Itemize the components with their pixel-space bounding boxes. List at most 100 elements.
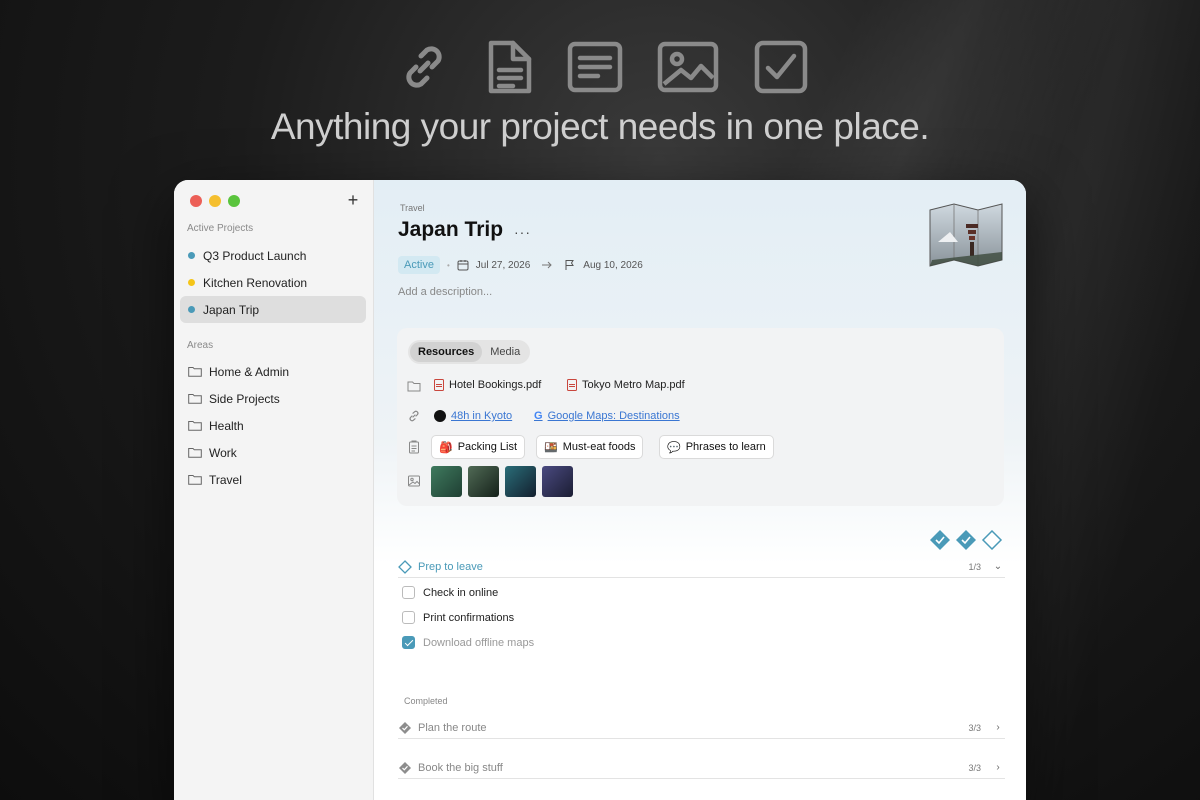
- file-tokyo-metro-map[interactable]: Tokyo Metro Map.pdf: [567, 379, 685, 391]
- sidebar-item-japan-trip[interactable]: Japan Trip: [180, 296, 366, 323]
- sidebar-item-label: Q3 Product Launch: [203, 248, 307, 263]
- link-label: Google Maps: Destinations: [547, 410, 680, 422]
- note-label: Packing List: [457, 441, 518, 453]
- task-checkbox[interactable]: [402, 611, 415, 624]
- milestone-complete-icon: [399, 721, 411, 734]
- sidebar-item-label: Home & Admin: [209, 364, 290, 379]
- milestone-diamond-icon: [398, 559, 412, 574]
- file-name: Hotel Bookings.pdf: [449, 379, 542, 391]
- note-icon: [566, 38, 624, 96]
- pdf-file-icon: [567, 379, 577, 391]
- backpack-icon: 🎒: [439, 441, 453, 454]
- more-options-icon[interactable]: ···: [514, 224, 531, 240]
- photo-thumbnail[interactable]: [542, 466, 573, 497]
- window-controls: [190, 195, 240, 207]
- chevron-down-icon[interactable]: ⌄: [991, 561, 1005, 572]
- folder-icon: [188, 394, 202, 404]
- end-date[interactable]: Aug 10, 2026: [583, 260, 643, 271]
- minimize-window-button[interactable]: [209, 195, 221, 207]
- task-label: Download offline maps: [423, 636, 535, 649]
- pdf-file-icon: [434, 379, 444, 391]
- sidebar-item-label: Side Projects: [209, 391, 280, 406]
- task-group-book-the-big-stuff[interactable]: Book the big stuff 3/3 ›: [398, 757, 1005, 779]
- link-48h-in-kyoto[interactable]: 48h in Kyoto: [434, 410, 512, 422]
- link-icon: [407, 409, 421, 423]
- image-icon: [657, 38, 719, 96]
- task-group-title: Plan the route: [418, 721, 487, 734]
- folder-icon: [188, 475, 202, 485]
- hero-title: Anything your project needs in one place…: [270, 106, 930, 147]
- folder-icon: [188, 367, 202, 377]
- start-date[interactable]: Jul 27, 2026: [476, 260, 531, 271]
- folder-icon: [188, 421, 202, 431]
- app-window: + Active Projects Q3 Product Launch Kitc…: [174, 180, 1026, 800]
- sidebar-item-kitchen-renovation[interactable]: Kitchen Renovation: [180, 269, 366, 296]
- milestone-pending-icon: [981, 530, 1003, 550]
- project-detail: Travel Japan Trip ··· Active • Jul 27, 2…: [374, 180, 1026, 800]
- arrow-right-icon: [542, 261, 552, 269]
- milestone-complete-icon: [399, 761, 411, 774]
- page-title[interactable]: Japan Trip: [398, 218, 503, 242]
- task-group-count: 3/3: [968, 762, 981, 773]
- folder-icon: [188, 448, 202, 458]
- sidebar-item-travel[interactable]: Travel: [180, 466, 366, 493]
- sidebar-item-q3-product-launch[interactable]: Q3 Product Launch: [180, 242, 366, 269]
- link-icon: [395, 38, 453, 96]
- milestone-complete-icon: [956, 530, 976, 550]
- sidebar: + Active Projects Q3 Product Launch Kitc…: [174, 180, 374, 800]
- link-label: 48h in Kyoto: [451, 410, 513, 422]
- status-badge[interactable]: Active: [398, 256, 440, 274]
- description-field[interactable]: Add a description...: [398, 286, 492, 298]
- sidebar-item-work[interactable]: Work: [180, 439, 366, 466]
- active-projects-label: Active Projects: [187, 223, 254, 234]
- speech-bubble-icon: 💬: [667, 441, 681, 454]
- task-group-title: Prep to leave: [418, 560, 483, 573]
- file-hotel-bookings[interactable]: Hotel Bookings.pdf: [434, 379, 541, 391]
- project-meta: Active • Jul 27, 2026 Aug 10, 2026: [398, 256, 643, 274]
- note-phrases-to-learn[interactable]: 💬 Phrases to learn: [659, 435, 774, 459]
- add-project-button[interactable]: +: [343, 190, 363, 210]
- sidebar-item-label: Kitchen Renovation: [203, 275, 308, 290]
- project-color-dot: [188, 306, 195, 313]
- close-window-button[interactable]: [190, 195, 202, 207]
- task-label: Print confirmations: [423, 611, 515, 624]
- image-icon: [407, 474, 421, 488]
- task-group-plan-the-route[interactable]: Plan the route 3/3 ›: [398, 717, 1005, 739]
- calendar-icon: [457, 260, 469, 271]
- task-checkbox-checked[interactable]: [402, 636, 415, 649]
- google-icon: G: [534, 410, 543, 422]
- breadcrumb[interactable]: Travel: [400, 203, 425, 213]
- tab-resources[interactable]: Resources: [410, 342, 483, 362]
- file-name: Tokyo Metro Map.pdf: [582, 379, 685, 391]
- task-print-confirmations[interactable]: Print confirmations: [402, 611, 514, 624]
- sidebar-item-health[interactable]: Health: [180, 412, 366, 439]
- milestone-progress: [930, 530, 1003, 550]
- sidebar-item-side-projects[interactable]: Side Projects: [180, 385, 366, 412]
- project-color-dot: [188, 279, 195, 286]
- document-icon: [481, 38, 539, 96]
- task-group-count: 1/3: [968, 561, 981, 572]
- resources-panel: Resources Media Hotel Bookings.pdf Tokyo…: [397, 328, 1004, 506]
- task-download-offline-maps[interactable]: Download offline maps: [402, 636, 534, 649]
- tab-media[interactable]: Media: [482, 342, 528, 362]
- sidebar-item-home-admin[interactable]: Home & Admin: [180, 358, 366, 385]
- chevron-right-icon[interactable]: ›: [991, 722, 1005, 733]
- project-cover-image[interactable]: [928, 202, 1004, 268]
- flag-icon: [565, 260, 575, 270]
- note-packing-list[interactable]: 🎒 Packing List: [431, 435, 526, 459]
- task-group-prep-to-leave[interactable]: Prep to leave 1/3 ⌄: [398, 556, 1005, 578]
- task-checkbox[interactable]: [402, 586, 415, 599]
- sidebar-item-label: Health: [209, 418, 244, 433]
- chevron-right-icon[interactable]: ›: [991, 762, 1005, 773]
- note-must-eat-foods[interactable]: 🍱 Must-eat foods: [536, 435, 644, 459]
- folder-icon: [407, 379, 421, 393]
- zoom-window-button[interactable]: [228, 195, 240, 207]
- task-check-in-online[interactable]: Check in online: [402, 586, 498, 599]
- note-label: Must-eat foods: [562, 441, 636, 453]
- link-google-maps-destinations[interactable]: G Google Maps: Destinations: [534, 410, 680, 422]
- milestone-complete-icon: [930, 530, 950, 550]
- photo-thumbnail[interactable]: [505, 466, 536, 497]
- sidebar-item-label: Japan Trip: [203, 302, 260, 317]
- photo-thumbnail[interactable]: [468, 466, 499, 497]
- photo-thumbnail[interactable]: [431, 466, 462, 497]
